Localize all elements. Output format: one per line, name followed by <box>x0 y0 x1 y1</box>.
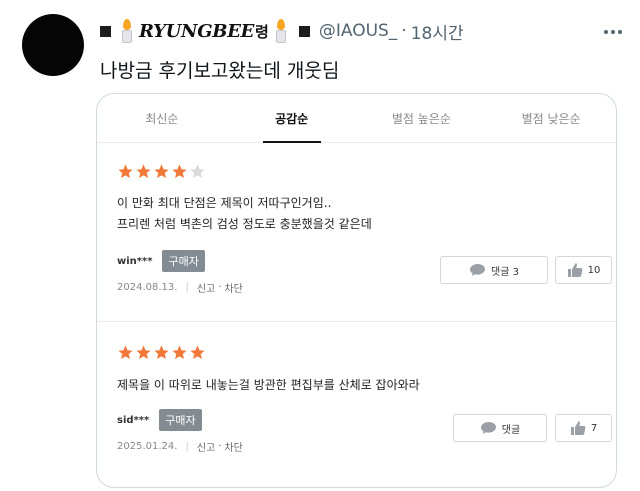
comment-icon <box>469 263 486 277</box>
star-rating <box>117 344 206 361</box>
candle-icon <box>120 19 134 43</box>
star-icon <box>136 164 151 179</box>
tab-most-liked[interactable]: 공감순 <box>227 94 357 143</box>
avatar[interactable] <box>22 14 84 76</box>
like-count: 10 <box>587 264 601 276</box>
reviewer-row: win*** 구매자 <box>117 250 205 272</box>
comment-icon <box>480 421 497 435</box>
dot-separator: · <box>218 282 222 293</box>
buyer-badge: 구매자 <box>159 409 202 431</box>
candle-icon <box>274 19 288 43</box>
handle[interactable]: @IAOUS_ <box>319 21 397 41</box>
more-icon[interactable] <box>604 30 622 34</box>
review-item: 이 만화 최대 단점은 제목이 저따구인거임.. 프리렌 처럼 벽촌의 검성 정… <box>97 143 616 322</box>
star-icon <box>154 345 169 360</box>
star-icon <box>172 345 187 360</box>
review-date: 2025.01.24. <box>117 441 178 452</box>
review-line: 이 만화 최대 단점은 제목이 저따구인거임.. <box>117 196 332 210</box>
block-link[interactable]: 차단 <box>224 439 242 454</box>
square-icon <box>298 25 310 37</box>
star-icon <box>118 164 133 179</box>
star-icon <box>136 345 151 360</box>
thumbs-up-icon <box>570 420 586 436</box>
square-icon <box>100 25 111 37</box>
buyer-badge: 구매자 <box>162 250 205 272</box>
like-button[interactable]: 7 <box>555 414 612 442</box>
review-text: 제목을 이 따위로 내놓는걸 방관한 편집부를 산체로 잡아와라 <box>117 375 420 396</box>
comment-button[interactable]: 댓글 <box>453 414 547 442</box>
thumbs-up-icon <box>567 262 583 278</box>
like-count: 7 <box>590 422 598 434</box>
review-meta: 2025.01.24. | 신고 · 차단 <box>117 439 243 454</box>
review-meta: 2024.08.13. | 신고 · 차단 <box>117 280 243 295</box>
dot-separator: · <box>218 441 222 452</box>
star-icon <box>190 345 205 360</box>
star-icon <box>172 164 187 179</box>
review-sort-tabs: 최신순 공감순 별점 높은순 별점 낮은순 <box>97 94 616 143</box>
star-rating <box>117 163 206 180</box>
tab-lowest-rating[interactable]: 별점 낮은순 <box>486 94 616 142</box>
divider: | <box>185 441 189 452</box>
display-name-suffix[interactable]: 령 <box>255 21 269 42</box>
tab-highest-rating[interactable]: 별점 높은순 <box>357 94 487 142</box>
timestamp[interactable]: 18시간 <box>411 19 464 44</box>
comment-button[interactable]: 댓글 3 <box>440 256 548 284</box>
tweet-text: 나방금 후기보고왔는데 개웃딤 <box>100 60 340 82</box>
reviewer-row: sid*** 구매자 <box>117 409 202 431</box>
star-icon <box>118 345 133 360</box>
review-text: 이 만화 최대 단점은 제목이 저따구인거임.. 프리렌 처럼 벽촌의 검성 정… <box>117 193 372 235</box>
block-link[interactable]: 차단 <box>224 280 242 295</box>
review-line: 프리렌 처럼 벽촌의 검성 정도로 충분했을것 같은데 <box>117 217 372 231</box>
divider: | <box>185 282 189 293</box>
comment-count: 댓글 <box>501 424 521 436</box>
report-link[interactable]: 신고 <box>197 439 215 454</box>
display-name[interactable]: RYUNGBEE <box>139 21 254 42</box>
like-button[interactable]: 10 <box>555 256 612 284</box>
tab-latest[interactable]: 최신순 <box>97 94 227 142</box>
review-item: 제목을 이 따위로 내놓는걸 방관한 편집부를 산체로 잡아와라 sid*** … <box>97 323 616 487</box>
review-screenshot[interactable]: 최신순 공감순 별점 높은순 별점 낮은순 이 만화 최대 단점은 제목이 저따… <box>96 93 617 488</box>
comment-count: 댓글 3 <box>491 266 519 278</box>
review-line: 제목을 이 따위로 내놓는걸 방관한 편집부를 산체로 잡아와라 <box>117 378 420 392</box>
reviewer-id: sid*** <box>117 414 150 426</box>
review-date: 2024.08.13. <box>117 282 178 293</box>
star-icon <box>154 164 169 179</box>
reviewer-id: win*** <box>117 255 153 267</box>
star-icon <box>190 164 205 179</box>
report-link[interactable]: 신고 <box>197 280 215 295</box>
tweet-header: RYUNGBEE 령 @IAOUS_ · 18시간 <box>100 17 630 45</box>
separator: · <box>401 21 407 41</box>
